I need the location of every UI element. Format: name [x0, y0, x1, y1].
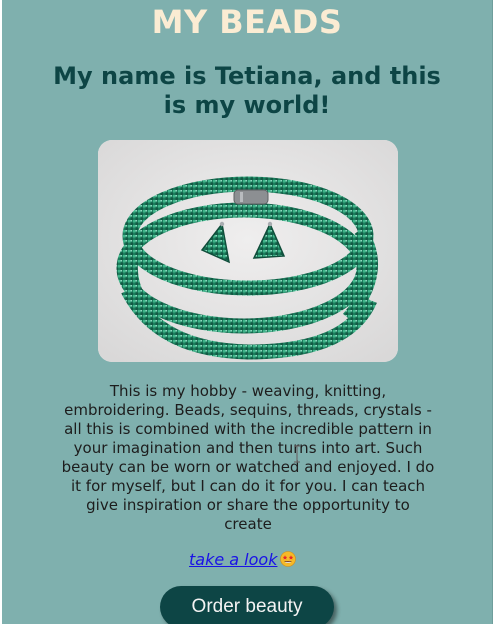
- take-a-look-link[interactable]: take a look: [189, 550, 297, 570]
- beads-photo: [98, 140, 398, 362]
- star-struck-emoji-icon: [280, 551, 297, 567]
- text-cursor-icon: [294, 445, 300, 463]
- description-text: This is my hobby - weaving, knitting, em…: [61, 382, 435, 533]
- page: MY BEADS My name is Tetiana, and this is…: [2, 0, 493, 624]
- page-subtitle: My name is Tetiana, and this is my world…: [53, 62, 441, 119]
- site-title: MY BEADS: [151, 3, 343, 41]
- take-a-look-label: take a look: [189, 550, 278, 569]
- order-beauty-button[interactable]: Order beauty: [160, 586, 334, 624]
- beaded-bracelet-photo-icon: [98, 140, 398, 362]
